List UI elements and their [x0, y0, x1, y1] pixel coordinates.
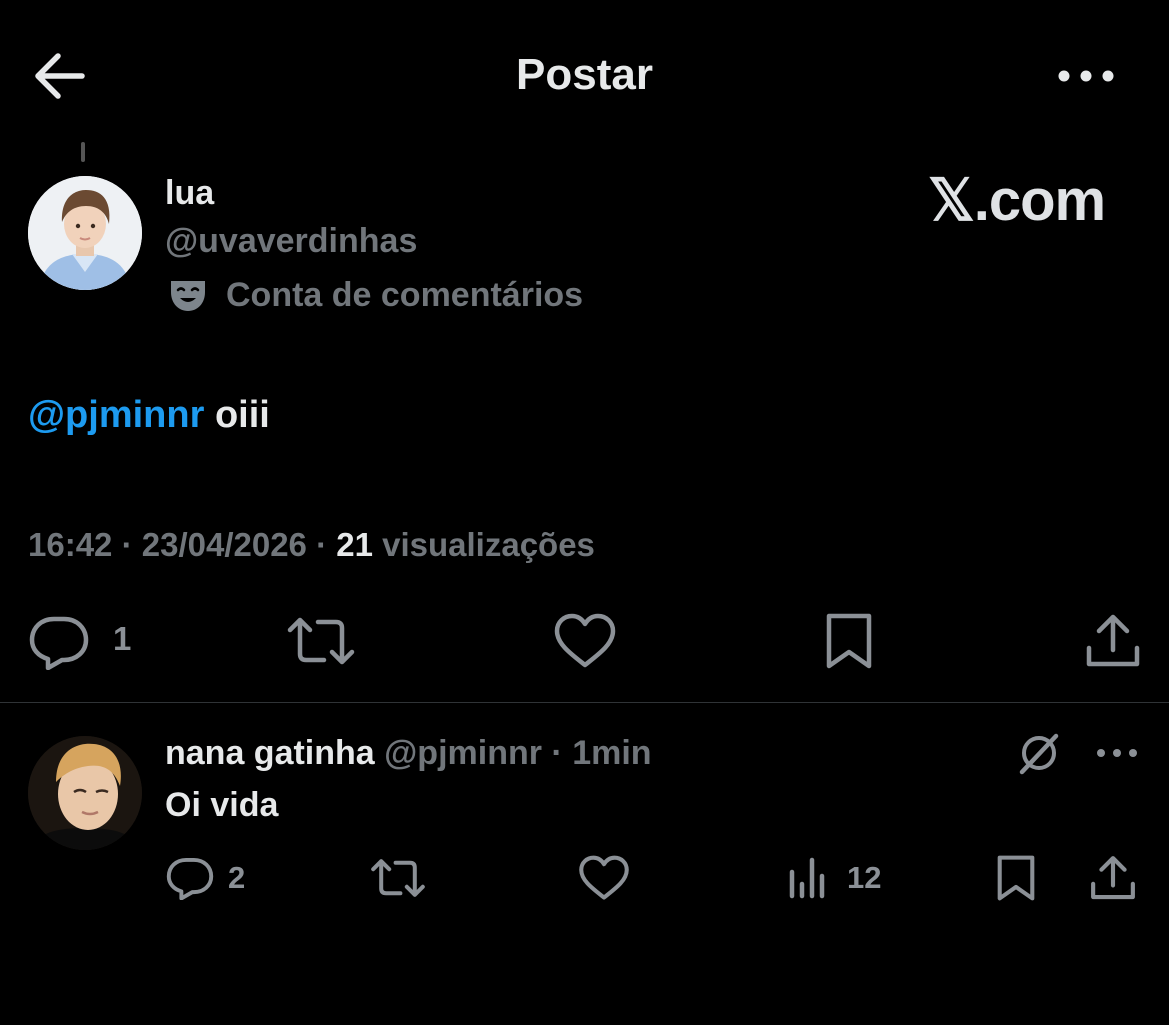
author-name[interactable]: lua — [165, 174, 214, 213]
more-options-button[interactable] — [1054, 58, 1118, 94]
more-horizontal-icon — [1097, 749, 1137, 757]
reply-bookmark-button[interactable] — [994, 854, 1038, 902]
analytics-icon — [789, 857, 825, 899]
share-icon — [1091, 856, 1135, 900]
author-avatar[interactable] — [28, 176, 142, 290]
meta-separator: · — [112, 526, 142, 563]
reply-views-count: 12 — [847, 860, 882, 895]
share-button[interactable] — [1084, 612, 1142, 670]
post-time[interactable]: 16:42 — [28, 526, 112, 563]
grok-icon[interactable] — [1014, 728, 1064, 778]
reply-icon — [29, 616, 89, 670]
page-title: Postar — [516, 50, 653, 99]
reply-reply-count: 2 — [228, 860, 246, 895]
author-handle[interactable]: @uvaverdinhas — [165, 222, 417, 261]
reply-share-button[interactable] — [1088, 854, 1138, 902]
reply-count: 1 — [113, 620, 132, 657]
avatar-image — [28, 176, 142, 290]
repost-button[interactable] — [286, 614, 356, 668]
heart-icon — [579, 855, 629, 900]
post-date[interactable]: 23/04/2026 — [142, 526, 307, 563]
repost-icon — [287, 617, 355, 665]
heart-icon — [554, 613, 616, 668]
reply-author-handle[interactable]: @pjminnr — [384, 734, 542, 772]
reply-text: Oi vida — [165, 786, 279, 824]
bookmark-icon — [997, 855, 1035, 901]
reply-icon — [166, 857, 214, 900]
reply-views-button[interactable] — [788, 856, 830, 900]
reply-separator: · — [541, 734, 573, 772]
mention-link[interactable]: @pjminnr — [28, 394, 204, 436]
reply-author-name[interactable]: nana gatinha — [165, 734, 375, 772]
reply-author-avatar[interactable] — [28, 736, 142, 850]
repost-icon — [371, 859, 425, 897]
reply-more-options-button[interactable] — [1094, 740, 1140, 766]
share-icon — [1086, 614, 1140, 667]
reply-like-button[interactable] — [578, 854, 630, 902]
post-metadata: 16:42 · 23/04/2026 · 21 visualizações — [28, 526, 595, 564]
divider — [0, 702, 1169, 703]
reply-button[interactable] — [28, 614, 90, 670]
more-horizontal-icon — [1058, 70, 1114, 82]
meta-separator: · — [306, 526, 337, 563]
bookmark-button[interactable] — [822, 612, 876, 670]
avatar-image — [28, 736, 142, 850]
reply-timestamp[interactable]: 1min — [572, 734, 651, 772]
views-count: 21 — [336, 526, 373, 563]
views-label: visualizações — [372, 526, 595, 563]
bookmark-icon — [826, 613, 872, 669]
x-com-watermark: 𝕏.com — [928, 168, 1106, 233]
post-text: @pjminnr oiii — [28, 394, 270, 437]
thread-connector-line — [81, 142, 85, 162]
account-label[interactable]: Conta de comentários — [226, 276, 583, 315]
like-button[interactable] — [553, 612, 617, 670]
post-body-text: oiii — [204, 394, 270, 436]
reply-reply-button[interactable] — [165, 856, 215, 900]
reply-header: nana gatinha @pjminnr · 1min — [165, 734, 652, 773]
parody-mask-icon — [168, 278, 208, 314]
reply-repost-button[interactable] — [370, 856, 426, 900]
